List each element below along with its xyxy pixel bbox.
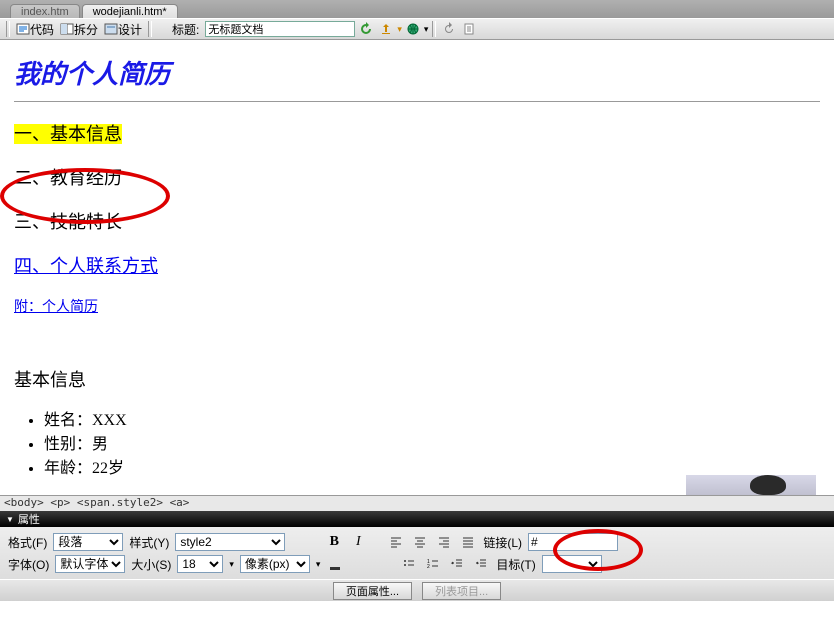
ul-icon[interactable]	[400, 555, 418, 573]
divider	[14, 101, 820, 102]
split-view-button[interactable]: 拆分	[58, 20, 100, 38]
size-select[interactable]: 18	[177, 555, 223, 573]
unit-select[interactable]: 像素(px)	[240, 555, 310, 573]
section-1: 一、基本信息	[14, 120, 820, 146]
photo-placeholder	[686, 475, 816, 495]
ol-icon[interactable]: 12	[424, 555, 442, 573]
title-input[interactable]	[205, 21, 355, 37]
text-color-icon[interactable]	[326, 555, 344, 573]
align-left-icon[interactable]	[387, 533, 405, 551]
design-view-button[interactable]: 设计	[102, 20, 144, 38]
properties-panel-title[interactable]: 属性	[0, 511, 834, 527]
page-icon[interactable]	[460, 20, 478, 38]
size-label: 大小(S)	[131, 556, 171, 573]
page-heading: 我的个人简历	[14, 54, 820, 91]
upload-icon[interactable]	[377, 20, 395, 38]
design-canvas[interactable]: 我的个人简历 一、基本信息 二、教育经历 三、技能特长 四、个人联系方式 附：个…	[0, 40, 834, 495]
reload-icon[interactable]	[440, 20, 458, 38]
section-2: 二、教育经历	[14, 164, 820, 190]
style-select[interactable]: style2	[175, 533, 285, 551]
font-label: 字体(O)	[8, 556, 49, 573]
title-label: 标题:	[172, 21, 199, 38]
font-select[interactable]: 默认字体	[55, 555, 125, 573]
format-select[interactable]: 段落	[53, 533, 123, 551]
document-tabs: index.htm wodejianli.htm*	[0, 0, 834, 18]
italic-button[interactable]: I	[349, 533, 367, 551]
refresh-title-icon[interactable]	[357, 20, 375, 38]
code-view-button[interactable]: 代码	[14, 20, 56, 38]
section-4-link[interactable]: 四、个人联系方式	[14, 252, 820, 278]
indent-icon[interactable]	[472, 555, 490, 573]
properties-panel: 格式(F) 段落 样式(Y) style2 B I 链接(L) 字体(O) 默认…	[0, 527, 834, 579]
view-toolbar: 代码 拆分 设计 标题: ▾ ▾	[0, 18, 834, 40]
target-label: 目标(T)	[496, 556, 535, 573]
tab-wodejianli[interactable]: wodejianli.htm*	[82, 4, 178, 18]
list-item: 姓名：XXX	[44, 406, 820, 430]
list-item-button: 列表项目...	[422, 582, 501, 600]
list-item: 性别：男	[44, 430, 820, 454]
bottom-bar: 页面属性... 列表项目...	[0, 579, 834, 601]
format-label: 格式(F)	[8, 534, 47, 551]
link-input[interactable]	[528, 533, 618, 551]
svg-text:2: 2	[427, 564, 430, 570]
outdent-icon[interactable]	[448, 555, 466, 573]
bold-button[interactable]: B	[325, 533, 343, 551]
info-title: 基本信息	[14, 366, 820, 392]
link-label: 链接(L)	[483, 534, 522, 551]
globe-icon[interactable]	[404, 20, 422, 38]
style-label: 样式(Y)	[129, 534, 169, 551]
page-properties-button[interactable]: 页面属性...	[333, 582, 412, 600]
target-select[interactable]	[542, 555, 602, 573]
section-3: 三、技能特长	[14, 208, 820, 234]
tab-index[interactable]: index.htm	[10, 4, 80, 18]
align-center-icon[interactable]	[411, 533, 429, 551]
attachment-link[interactable]: 附：个人简历	[14, 296, 820, 316]
align-right-icon[interactable]	[435, 533, 453, 551]
tag-selector-path[interactable]: <body> <p> <span.style2> <a>	[0, 495, 834, 511]
align-justify-icon[interactable]	[459, 533, 477, 551]
info-list: 姓名：XXX 性别：男 年龄：22岁	[44, 406, 820, 478]
